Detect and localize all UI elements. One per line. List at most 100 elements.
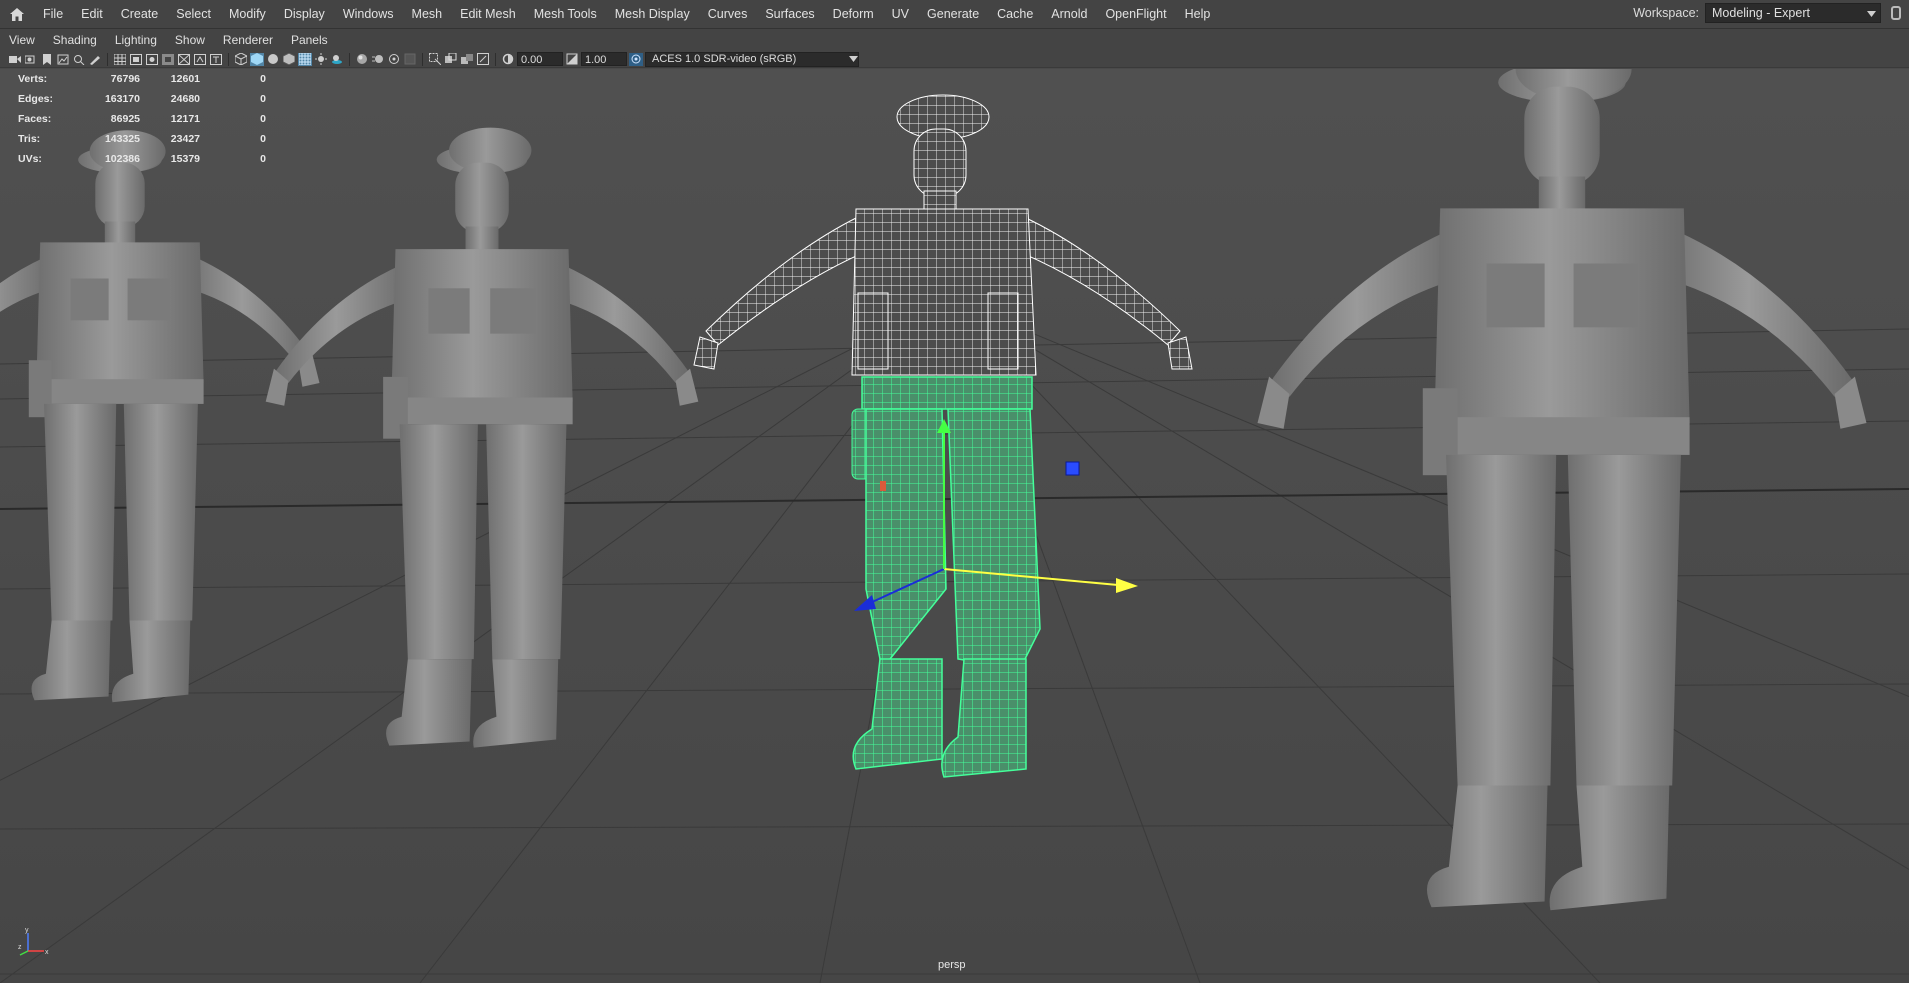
xray-active-icon[interactable] [460,53,474,66]
bookmark-icon[interactable] [40,53,54,66]
home-icon[interactable] [0,0,34,28]
menu-edit-mesh[interactable]: Edit Mesh [451,0,525,28]
panel-menu-lighting[interactable]: Lighting [106,29,166,51]
hud-row-edges: Edges: 163170 24680 0 [18,89,266,109]
motion-blur-icon[interactable] [371,53,385,66]
hud-value-selected: 12171 [170,113,200,125]
viewport-scene[interactable] [0,69,1909,983]
wireframe-on-shaded-icon[interactable] [282,53,296,66]
safe-title-icon[interactable] [209,53,223,66]
image-plane-icon[interactable] [56,53,70,66]
hud-value-total: 76796 [110,73,140,85]
gamma-icon[interactable] [565,53,579,66]
persp-viewport[interactable]: Verts: 76796 12601 0 Edges: 163170 24680… [0,69,1909,983]
gamma-field[interactable]: 1.00 [581,52,627,66]
depth-of-field-icon[interactable] [403,53,417,66]
manipulator-pivot-marker [880,481,886,491]
view-transform-value: ACES 1.0 SDR-video (sRGB) [652,52,797,65]
select-camera-icon[interactable] [8,53,22,66]
isolate-select-icon[interactable] [428,53,442,66]
menu-mesh[interactable]: Mesh [403,0,452,28]
hud-value-selected: 12601 [170,73,200,85]
menu-cache[interactable]: Cache [988,0,1042,28]
smooth-shade-icon[interactable] [250,52,264,66]
hud-value-total: 86925 [110,113,140,125]
toolbar-divider [495,52,496,66]
menu-create[interactable]: Create [112,0,168,28]
toolbar-divider [107,52,108,66]
hud-value-total: 102386 [104,153,140,165]
toolbar-divider [228,52,229,66]
menu-uv[interactable]: UV [883,0,918,28]
use-all-lights-icon[interactable] [314,53,328,66]
resolution-gate-icon[interactable] [145,53,159,66]
grease-pencil-icon[interactable] [88,53,102,66]
main-menu-bar: File Edit Create Select Modify Display W… [0,0,1909,29]
menu-help[interactable]: Help [1176,0,1220,28]
shadows-icon[interactable] [330,53,344,66]
workspace-switcher: Workspace: Modeling - Expert [1633,3,1901,23]
menu-generate[interactable]: Generate [918,0,988,28]
view-axis-icon: y x z [18,927,52,960]
xray-joints-icon[interactable] [444,53,458,66]
menu-mesh-display[interactable]: Mesh Display [606,0,699,28]
exposure-icon[interactable] [501,53,515,66]
film-gate-icon[interactable] [129,53,143,66]
panel-menu-panels[interactable]: Panels [282,29,337,51]
grid-toggle-icon[interactable] [113,53,127,66]
hud-value-components: 0 [260,153,266,165]
menu-edit[interactable]: Edit [72,0,112,28]
workspace-dropdown[interactable]: Modeling - Expert [1705,3,1881,23]
menu-mesh-tools[interactable]: Mesh Tools [525,0,606,28]
toolbar-divider [349,52,350,66]
svg-text:x: x [45,949,49,956]
menu-curves[interactable]: Curves [699,0,757,28]
workspace-label: Workspace: [1633,6,1699,20]
hud-value-components: 0 [260,113,266,125]
gate-mask-icon[interactable] [161,53,175,66]
frame-selection-icon[interactable] [476,53,490,66]
lock-icon[interactable] [1891,6,1901,20]
hud-label: Tris: [18,133,41,145]
menu-surfaces[interactable]: Surfaces [756,0,823,28]
menu-arnold[interactable]: Arnold [1042,0,1096,28]
menu-deform[interactable]: Deform [824,0,883,28]
hud-value-selected: 23427 [170,133,200,145]
menu-openflight[interactable]: OpenFlight [1096,0,1175,28]
manipulator-plane-handle[interactable] [1065,461,1080,476]
chevron-down-icon [849,53,858,66]
anti-aliasing-icon[interactable] [387,53,401,66]
field-chart-icon[interactable] [177,53,191,66]
menu-select[interactable]: Select [167,0,220,28]
hud-row-faces: Faces: 86925 12171 0 [18,109,266,129]
hud-label: UVs: [18,153,42,165]
menu-modify[interactable]: Modify [220,0,275,28]
poly-count-hud: Verts: 76796 12601 0 Edges: 163170 24680… [18,69,266,169]
ambient-occlusion-icon[interactable] [355,53,369,66]
hud-value-total: 163170 [104,93,140,105]
view-transform-dropdown[interactable]: ACES 1.0 SDR-video (sRGB) [645,51,859,67]
toolbar-divider [422,52,423,66]
panel-menu-view[interactable]: View [0,29,44,51]
panel-menu-show[interactable]: Show [166,29,214,51]
xray-icon[interactable] [298,52,312,66]
hud-value-components: 0 [260,133,266,145]
hud-label: Edges: [18,93,54,105]
menu-file[interactable]: File [34,0,72,28]
hud-row-verts: Verts: 76796 12601 0 [18,69,266,89]
panel-menu-renderer[interactable]: Renderer [214,29,282,51]
safe-action-icon[interactable] [193,53,207,66]
color-management-icon[interactable] [629,52,643,66]
panel-toolbar: 0.00 1.00 ACES 1.0 SDR-video (sRGB) [0,51,1909,68]
default-material-icon[interactable] [266,53,280,66]
menu-display[interactable]: Display [275,0,334,28]
hud-value-selected: 15379 [170,153,200,165]
panel-menu-bar: View Shading Lighting Show Renderer Pane… [0,29,1909,51]
camera-attributes-icon[interactable] [24,53,38,66]
panel-menu-shading[interactable]: Shading [44,29,106,51]
hud-value-components: 0 [260,93,266,105]
wireframe-icon[interactable] [234,53,248,66]
menu-windows[interactable]: Windows [334,0,403,28]
2d-pan-zoom-icon[interactable] [72,53,86,66]
exposure-field[interactable]: 0.00 [517,52,563,66]
